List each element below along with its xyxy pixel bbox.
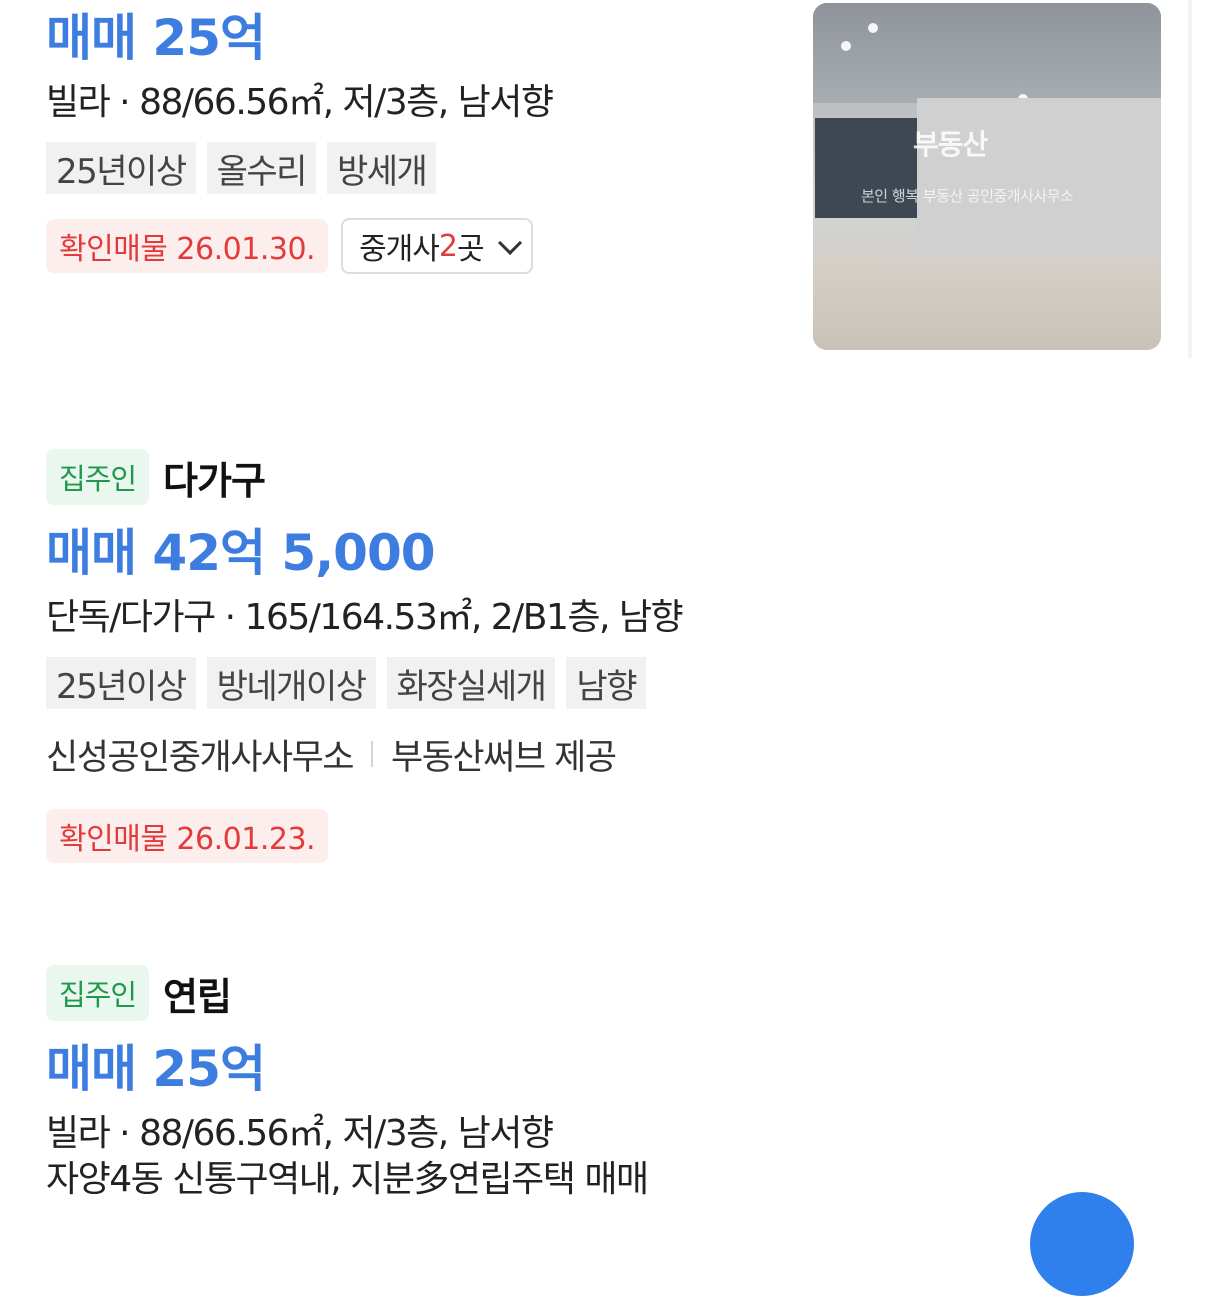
thumbnail-logo-sub: 본인 행복 부동산 공인중개사사무소 (861, 187, 1074, 205)
tag-list: 25년이상 올수리 방세개 (46, 142, 552, 194)
tag: 25년이상 (46, 142, 196, 194)
data-provider: 부동산써브 제공 (391, 737, 617, 778)
tag: 방세개 (326, 142, 437, 194)
agency-name: 신성공인중개사사무소 (46, 737, 355, 778)
property-type: 다가구 (163, 458, 266, 503)
chevron-down-icon (497, 230, 522, 255)
thumbnail-ceiling (813, 3, 1161, 103)
listing-info: 빌라 · 88/66.56㎡, 저/3층, 남서향 (46, 82, 554, 123)
divider (1188, 0, 1192, 358)
agent-count-button[interactable]: 중개사 2곳 (341, 218, 533, 274)
agent-label: 중개사 (359, 232, 440, 267)
listing-price: 매매 25억 (46, 9, 266, 67)
property-type: 연립 (163, 974, 232, 1019)
listing-info: 단독/다가구 · 165/164.53㎡, 2/B1층, 남향 (46, 597, 684, 638)
listing-footer: 확인매물 26.01.23. (46, 809, 682, 863)
listing-footer: 확인매물 26.01.30. 중개사 2곳 (46, 218, 552, 274)
separator (371, 741, 374, 767)
tag: 남향 (566, 657, 646, 709)
listing-description: 자양4동 신통구역내, 지분多연립주택 매매 (46, 1159, 649, 1200)
verified-badge: 확인매물 26.01.23. (46, 809, 329, 863)
owner-badge: 집주인 (46, 449, 150, 505)
tag: 방네개이상 (206, 657, 376, 709)
tag: 올수리 (206, 142, 316, 194)
tag: 화장실세개 (386, 657, 556, 709)
ceiling-light (868, 23, 878, 33)
thumbnail-floor (813, 258, 1161, 350)
floating-action-button[interactable] (1030, 1192, 1134, 1296)
owner-badge: 집주인 (46, 965, 150, 1021)
listing-card[interactable]: 집주인 다가구 매매 42억 5,000 단독/다가구 · 165/164.53… (46, 448, 684, 863)
agency-row: 신성공인중개사사무소 부동산써브 제공 (46, 729, 682, 779)
listing-header: 집주인 다가구 (46, 448, 682, 506)
tag: 25년이상 (46, 657, 196, 709)
listing-price: 매매 25억 (46, 1040, 266, 1098)
tag-list: 25년이상 방네개이상 화장실세개 남향 (46, 657, 682, 709)
agent-count: 2 (438, 228, 458, 264)
listing-header: 집주인 연립 (46, 964, 648, 1022)
listing-card[interactable]: 집주인 연립 매매 25억 빌라 · 88/66.56㎡, 저/3층, 남서향 … (46, 964, 649, 1205)
listing-info: 빌라 · 88/66.56㎡, 저/3층, 남서향 (46, 1113, 554, 1154)
ceiling-light (841, 41, 851, 51)
listing-thumbnail[interactable]: 부동산 본인 행복 부동산 공인중개사사무소 (813, 3, 1161, 350)
thumbnail-logo: 부동산 (913, 128, 988, 161)
verified-badge: 확인매물 26.01.30. (46, 219, 329, 273)
listing-price: 매매 42억 5,000 (46, 524, 436, 582)
listing-card[interactable]: 매매 25억 빌라 · 88/66.56㎡, 저/3층, 남서향 25년이상 올… (46, 6, 554, 274)
agent-suffix: 곳 (456, 232, 485, 267)
